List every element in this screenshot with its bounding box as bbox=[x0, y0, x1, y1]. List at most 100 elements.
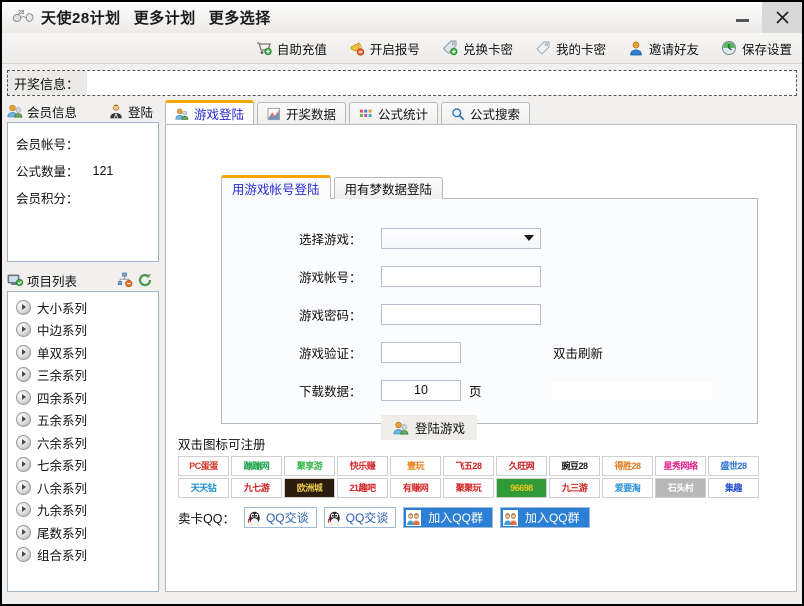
game-password-input[interactable] bbox=[381, 304, 541, 325]
tab-label: 开奖数据 bbox=[286, 104, 336, 123]
toolbar-item-invite-friend[interactable]: 邀请好友 bbox=[628, 39, 699, 58]
users-icon bbox=[175, 107, 189, 121]
title-part-3: 更多选择 bbox=[209, 10, 271, 27]
qq-penguin-icon bbox=[327, 510, 342, 526]
toolbar-item-redeem-card[interactable]: 兑换卡密 bbox=[442, 39, 513, 58]
member-row-key: 会员积分： bbox=[16, 188, 79, 207]
banner-item[interactable]: 21趣吧 bbox=[337, 478, 388, 498]
banner-item[interactable]: PC蛋蛋 bbox=[178, 456, 229, 476]
toolbar-item-save-settings[interactable]: 保存设置 bbox=[721, 39, 792, 58]
login-user-icon[interactable] bbox=[108, 103, 124, 119]
download-pages-input[interactable]: 10 bbox=[381, 380, 461, 401]
banner-row-2: 天天钻 九七游 欧洲城 21趣吧 有赚网 聚聚玩 96698 九三游 爱要淘 石… bbox=[178, 478, 796, 498]
list-item[interactable]: 中边系列 bbox=[8, 319, 158, 342]
toolbar-item-recharge[interactable]: 自助充值 bbox=[256, 39, 327, 58]
list-item[interactable]: 单双系列 bbox=[8, 341, 158, 364]
qq-chat-button[interactable]: QQ交谈 bbox=[324, 507, 397, 528]
inner-tab-youmeng-data[interactable]: 用有梦数据登陆 bbox=[334, 177, 444, 199]
users-icon bbox=[393, 420, 409, 436]
field-label: 游戏帐号： bbox=[299, 267, 381, 286]
banner-item[interactable]: 石头村 bbox=[655, 478, 706, 498]
toolbar-item-my-card[interactable]: 我的卡密 bbox=[535, 39, 606, 58]
form-row-select-game: 选择游戏： bbox=[222, 219, 757, 257]
banner-item[interactable]: 聚聚玩 bbox=[443, 478, 494, 498]
toolbar-label: 邀请好友 bbox=[649, 39, 699, 58]
list-item[interactable]: 三余系列 bbox=[8, 364, 158, 387]
list-item[interactable]: 六余系列 bbox=[8, 431, 158, 454]
list-item[interactable]: 尾数系列 bbox=[8, 521, 158, 544]
form-row-game-account: 游戏帐号： bbox=[222, 257, 757, 295]
member-panel-header: 会员信息 登陆 bbox=[7, 100, 159, 122]
qq-chat-button[interactable]: QQ交谈 bbox=[244, 507, 317, 528]
chevron-right-icon bbox=[16, 435, 31, 450]
lottery-info-label: 开奖信息： bbox=[8, 71, 87, 95]
banner-item[interactable]: 久旺网 bbox=[496, 456, 547, 476]
project-list-panel[interactable]: 大小系列 中边系列 单双系列 三余系列 四余系列 五余系列 六余系列 七余系列 … bbox=[7, 291, 159, 592]
inner-tab-label: 用游戏帐号登陆 bbox=[232, 179, 320, 198]
users-icon bbox=[7, 103, 23, 119]
banner-item[interactable]: 星秀网络 bbox=[655, 456, 706, 476]
user-icon bbox=[628, 40, 644, 56]
list-item[interactable]: 五余系列 bbox=[8, 409, 158, 432]
qq-contact-bar: 卖卡QQ： bbox=[166, 498, 796, 528]
list-item-label: 单双系列 bbox=[37, 343, 87, 362]
network-icon[interactable] bbox=[117, 272, 133, 288]
banner-item[interactable]: 欧洲城 bbox=[284, 478, 335, 498]
banner-item[interactable]: 盛世28 bbox=[708, 456, 759, 476]
tab-formula-search[interactable]: 公式搜索 bbox=[441, 102, 530, 124]
list-item[interactable]: 九余系列 bbox=[8, 499, 158, 522]
toolbar-item-broadcast[interactable]: 开启报号 bbox=[349, 39, 420, 58]
banner-item[interactable]: 九七游 bbox=[231, 478, 282, 498]
toolbar-label: 开启报号 bbox=[370, 39, 420, 58]
game-captcha-input[interactable] bbox=[381, 342, 461, 363]
list-item[interactable]: 八余系列 bbox=[8, 476, 158, 499]
inner-tab-strip: 用游戏帐号登陆 用有梦数据登陆 bbox=[221, 175, 758, 199]
captcha-image[interactable] bbox=[469, 342, 531, 363]
lottery-info-bar: 开奖信息： bbox=[7, 70, 797, 96]
tab-formula-stats[interactable]: 公式统计 bbox=[349, 102, 438, 124]
list-item-label: 六余系列 bbox=[37, 433, 87, 452]
list-item[interactable]: 组合系列 bbox=[8, 544, 158, 567]
banner-item[interactable]: 爱要淘 bbox=[602, 478, 653, 498]
member-login-label[interactable]: 登陆 bbox=[128, 102, 153, 121]
qq-group-button[interactable]: 加入QQ群 bbox=[403, 507, 493, 528]
banner-item[interactable]: 天天钻 bbox=[178, 478, 229, 498]
refresh-icon[interactable] bbox=[137, 272, 153, 288]
list-item[interactable]: 四余系列 bbox=[8, 386, 158, 409]
inner-tab-game-account[interactable]: 用游戏帐号登陆 bbox=[221, 175, 331, 199]
banner-item[interactable]: 蹦蹦网 bbox=[231, 456, 282, 476]
select-game-dropdown[interactable] bbox=[381, 228, 541, 249]
close-button[interactable] bbox=[762, 2, 802, 33]
chevron-right-icon bbox=[16, 412, 31, 427]
chevron-right-icon bbox=[16, 457, 31, 472]
minimize-button[interactable] bbox=[722, 2, 762, 33]
tab-game-login[interactable]: 游戏登陆 bbox=[165, 100, 254, 124]
tag-icon bbox=[535, 40, 551, 56]
banner-item[interactable]: 飞五28 bbox=[443, 456, 494, 476]
game-account-input[interactable] bbox=[381, 266, 541, 287]
right-content: 游戏登陆 开奖数据 bbox=[165, 100, 797, 592]
list-item-label: 组合系列 bbox=[37, 545, 87, 564]
banner-item[interactable]: 集趣 bbox=[708, 478, 759, 498]
tab-lottery-data[interactable]: 开奖数据 bbox=[257, 102, 346, 124]
qq-chat-label: QQ交谈 bbox=[346, 509, 389, 526]
login-form-panel: 选择游戏： 游戏帐号： bbox=[221, 198, 758, 424]
banner-item[interactable]: 九三游 bbox=[549, 478, 600, 498]
banner-item[interactable]: 壹玩 bbox=[390, 456, 441, 476]
list-item-label: 七余系列 bbox=[37, 455, 87, 474]
banner-item[interactable]: 快乐赚 bbox=[337, 456, 388, 476]
main-tab-strip: 游戏登陆 开奖数据 bbox=[165, 100, 797, 124]
banner-item[interactable]: 聚享游 bbox=[284, 456, 335, 476]
banner-note: 双击图标可注册 bbox=[178, 434, 796, 453]
chevron-right-icon bbox=[16, 300, 31, 315]
banner-row-1: PC蛋蛋 蹦蹦网 聚享游 快乐赚 壹玩 飞五28 久旺网 豌豆28 得胜28 星… bbox=[178, 456, 796, 476]
banner-item[interactable]: 得胜28 bbox=[602, 456, 653, 476]
banner-item[interactable]: 有赚网 bbox=[390, 478, 441, 498]
list-item[interactable]: 七余系列 bbox=[8, 454, 158, 477]
list-item-label: 三余系列 bbox=[37, 365, 87, 384]
banner-item[interactable]: 96698 bbox=[496, 478, 547, 498]
list-item[interactable]: 大小系列 bbox=[8, 296, 158, 319]
banner-item[interactable]: 豌豆28 bbox=[549, 456, 600, 476]
qq-group-button[interactable]: 加入QQ群 bbox=[500, 507, 590, 528]
tag-add-icon bbox=[442, 40, 458, 56]
